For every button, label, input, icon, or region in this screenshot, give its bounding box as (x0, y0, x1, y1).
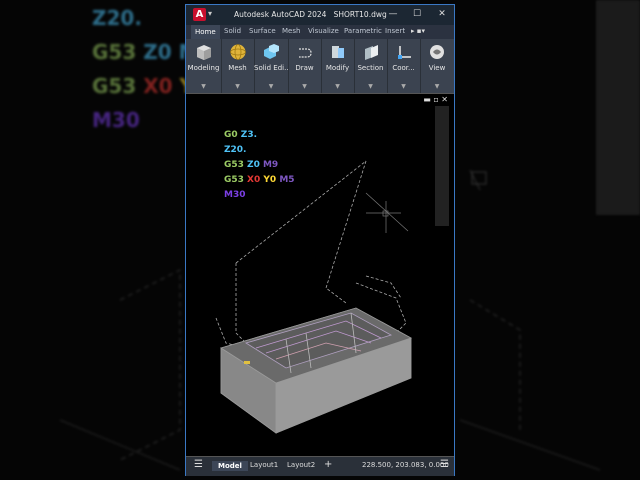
minimize-button[interactable]: — (386, 9, 400, 19)
add-layout-button[interactable]: + (324, 459, 332, 470)
chevron-down-icon[interactable]: ▼ (420, 83, 454, 90)
panel-section[interactable]: Section ▼ (354, 39, 388, 93)
panel-label: Modify (325, 64, 350, 72)
ribbon-tabs: Home Solid Surface Mesh Visualize Parame… (186, 25, 454, 40)
coordinates-readout: 228.500, 203.083, 0.000 (362, 461, 449, 469)
panel-label: Draw (295, 64, 314, 72)
autocad-logo-icon[interactable]: A (193, 8, 206, 21)
tab-layout2[interactable]: Layout2 (287, 461, 315, 469)
panel-mesh[interactable]: Mesh ▼ (221, 39, 255, 93)
chevron-down-icon[interactable]: ▼ (354, 83, 387, 90)
tab-model[interactable]: Model (212, 461, 248, 471)
panel-modify[interactable]: Modify ▼ (321, 39, 355, 93)
move-icon (331, 46, 344, 58)
tab-surface[interactable]: Surface (249, 27, 276, 35)
tab-mesh[interactable]: Mesh (282, 27, 300, 35)
panel-view[interactable]: View ▼ (420, 39, 454, 93)
hamburger-menu-icon[interactable]: ☰ (194, 459, 203, 470)
ucs-crosshair-icon (365, 192, 409, 233)
panel-label: Section (357, 64, 384, 72)
panel-label: Modeling (187, 64, 220, 72)
sphere-icon (229, 44, 246, 60)
panel-coordinates[interactable]: Coor... ▼ (387, 39, 421, 93)
title-bar: A ▾ Autodesk AutoCAD 2024 SHORT10.dwg — … (186, 5, 454, 25)
tab-home[interactable]: Home (191, 25, 220, 40)
autocad-window: A ▾ Autodesk AutoCAD 2024 SHORT10.dwg — … (185, 4, 455, 476)
chevron-down-icon[interactable]: ▼ (254, 83, 288, 90)
status-menu-icon[interactable]: ☰ (440, 459, 449, 470)
panel-label: Solid Edi... (254, 64, 288, 72)
drawing-viewport[interactable]: G0 Z3. Z20. G53 Z0 M9 G53 X0 Y0 M5 M30 (186, 103, 454, 455)
tab-visualize[interactable]: Visualize (308, 27, 339, 35)
tab-solid[interactable]: Solid (224, 27, 241, 35)
section-plane-icon (364, 45, 378, 60)
status-bar: ☰ Model Layout1 Layout2 + 228.500, 203.0… (186, 456, 454, 476)
panel-solid-editing[interactable]: Solid Edi... ▼ (254, 39, 289, 93)
maximize-button[interactable]: ☐ (410, 9, 424, 19)
chevron-down-icon[interactable]: ▼ (321, 83, 354, 90)
box-icon (196, 45, 211, 60)
panel-label: Coor... (392, 64, 415, 72)
app-name: Autodesk AutoCAD 2024 (234, 10, 327, 19)
background-nav-panel (596, 0, 640, 215)
solid-edit-icon (264, 44, 279, 59)
panel-label: View (428, 64, 446, 72)
app-menu-chevron-icon[interactable]: ▾ (208, 9, 212, 18)
chevron-down-icon[interactable]: ▼ (186, 83, 221, 90)
panel-modeling[interactable]: Modeling ▼ (186, 39, 222, 93)
window-title: Autodesk AutoCAD 2024 SHORT10.dwg (234, 10, 387, 19)
tab-parametric[interactable]: Parametric (344, 27, 382, 35)
machined-part (220, 307, 412, 434)
chevron-down-icon[interactable]: ▼ (387, 83, 420, 90)
chevron-down-icon[interactable]: ▼ (221, 83, 254, 90)
chevron-down-icon[interactable]: ▼ (288, 83, 321, 90)
ribbon: Modeling ▼ Mesh ▼ Solid Edi... ▼ Draw ▼ … (186, 39, 454, 94)
close-button[interactable]: ✕ (435, 9, 449, 19)
file-name: SHORT10.dwg (333, 10, 387, 19)
panel-draw[interactable]: Draw ▼ (288, 39, 322, 93)
panel-label: Mesh (228, 64, 247, 72)
view-icon (430, 45, 444, 59)
polyline-icon (298, 48, 312, 58)
tab-insert[interactable]: Insert (385, 27, 405, 35)
ucs-icon (397, 46, 411, 59)
overflow-icon[interactable]: ▸ ▪▾ (411, 27, 425, 35)
tab-layout1[interactable]: Layout1 (250, 461, 278, 469)
cad-model[interactable] (186, 103, 454, 455)
